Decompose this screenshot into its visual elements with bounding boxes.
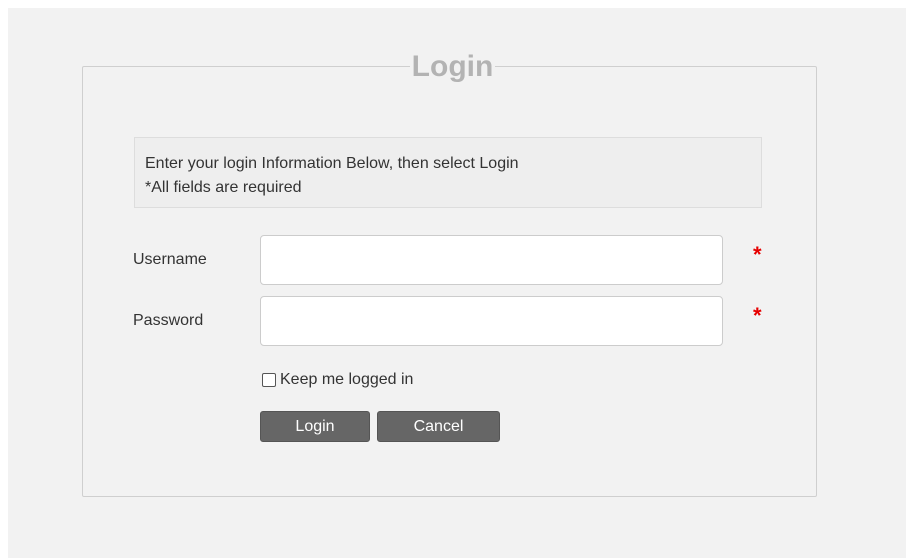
keep-logged-in-option[interactable]: Keep me logged in bbox=[260, 369, 413, 391]
login-button[interactable]: Login bbox=[260, 411, 370, 442]
password-input[interactable] bbox=[260, 296, 723, 346]
password-required-mark: * bbox=[753, 303, 762, 328]
keep-logged-in-checkbox[interactable] bbox=[262, 373, 276, 387]
password-label: Password bbox=[133, 312, 204, 329]
login-instructions: Enter your login Information Below, then… bbox=[145, 155, 519, 172]
login-panel: Login Enter your login Information Below… bbox=[82, 49, 817, 497]
panel-title: Login bbox=[409, 49, 496, 85]
username-required-mark: * bbox=[753, 242, 762, 267]
panel-title-wrapper: Login bbox=[83, 49, 816, 85]
cancel-button[interactable]: Cancel bbox=[377, 411, 500, 442]
username-label: Username bbox=[133, 251, 207, 268]
login-info-box: Enter your login Information Below, then… bbox=[134, 137, 762, 208]
keep-logged-in-label: Keep me logged in bbox=[280, 371, 414, 388]
username-input[interactable] bbox=[260, 235, 723, 285]
page-background: Login Enter your login Information Below… bbox=[8, 8, 906, 558]
required-fields-note: *All fields are required bbox=[145, 179, 302, 196]
